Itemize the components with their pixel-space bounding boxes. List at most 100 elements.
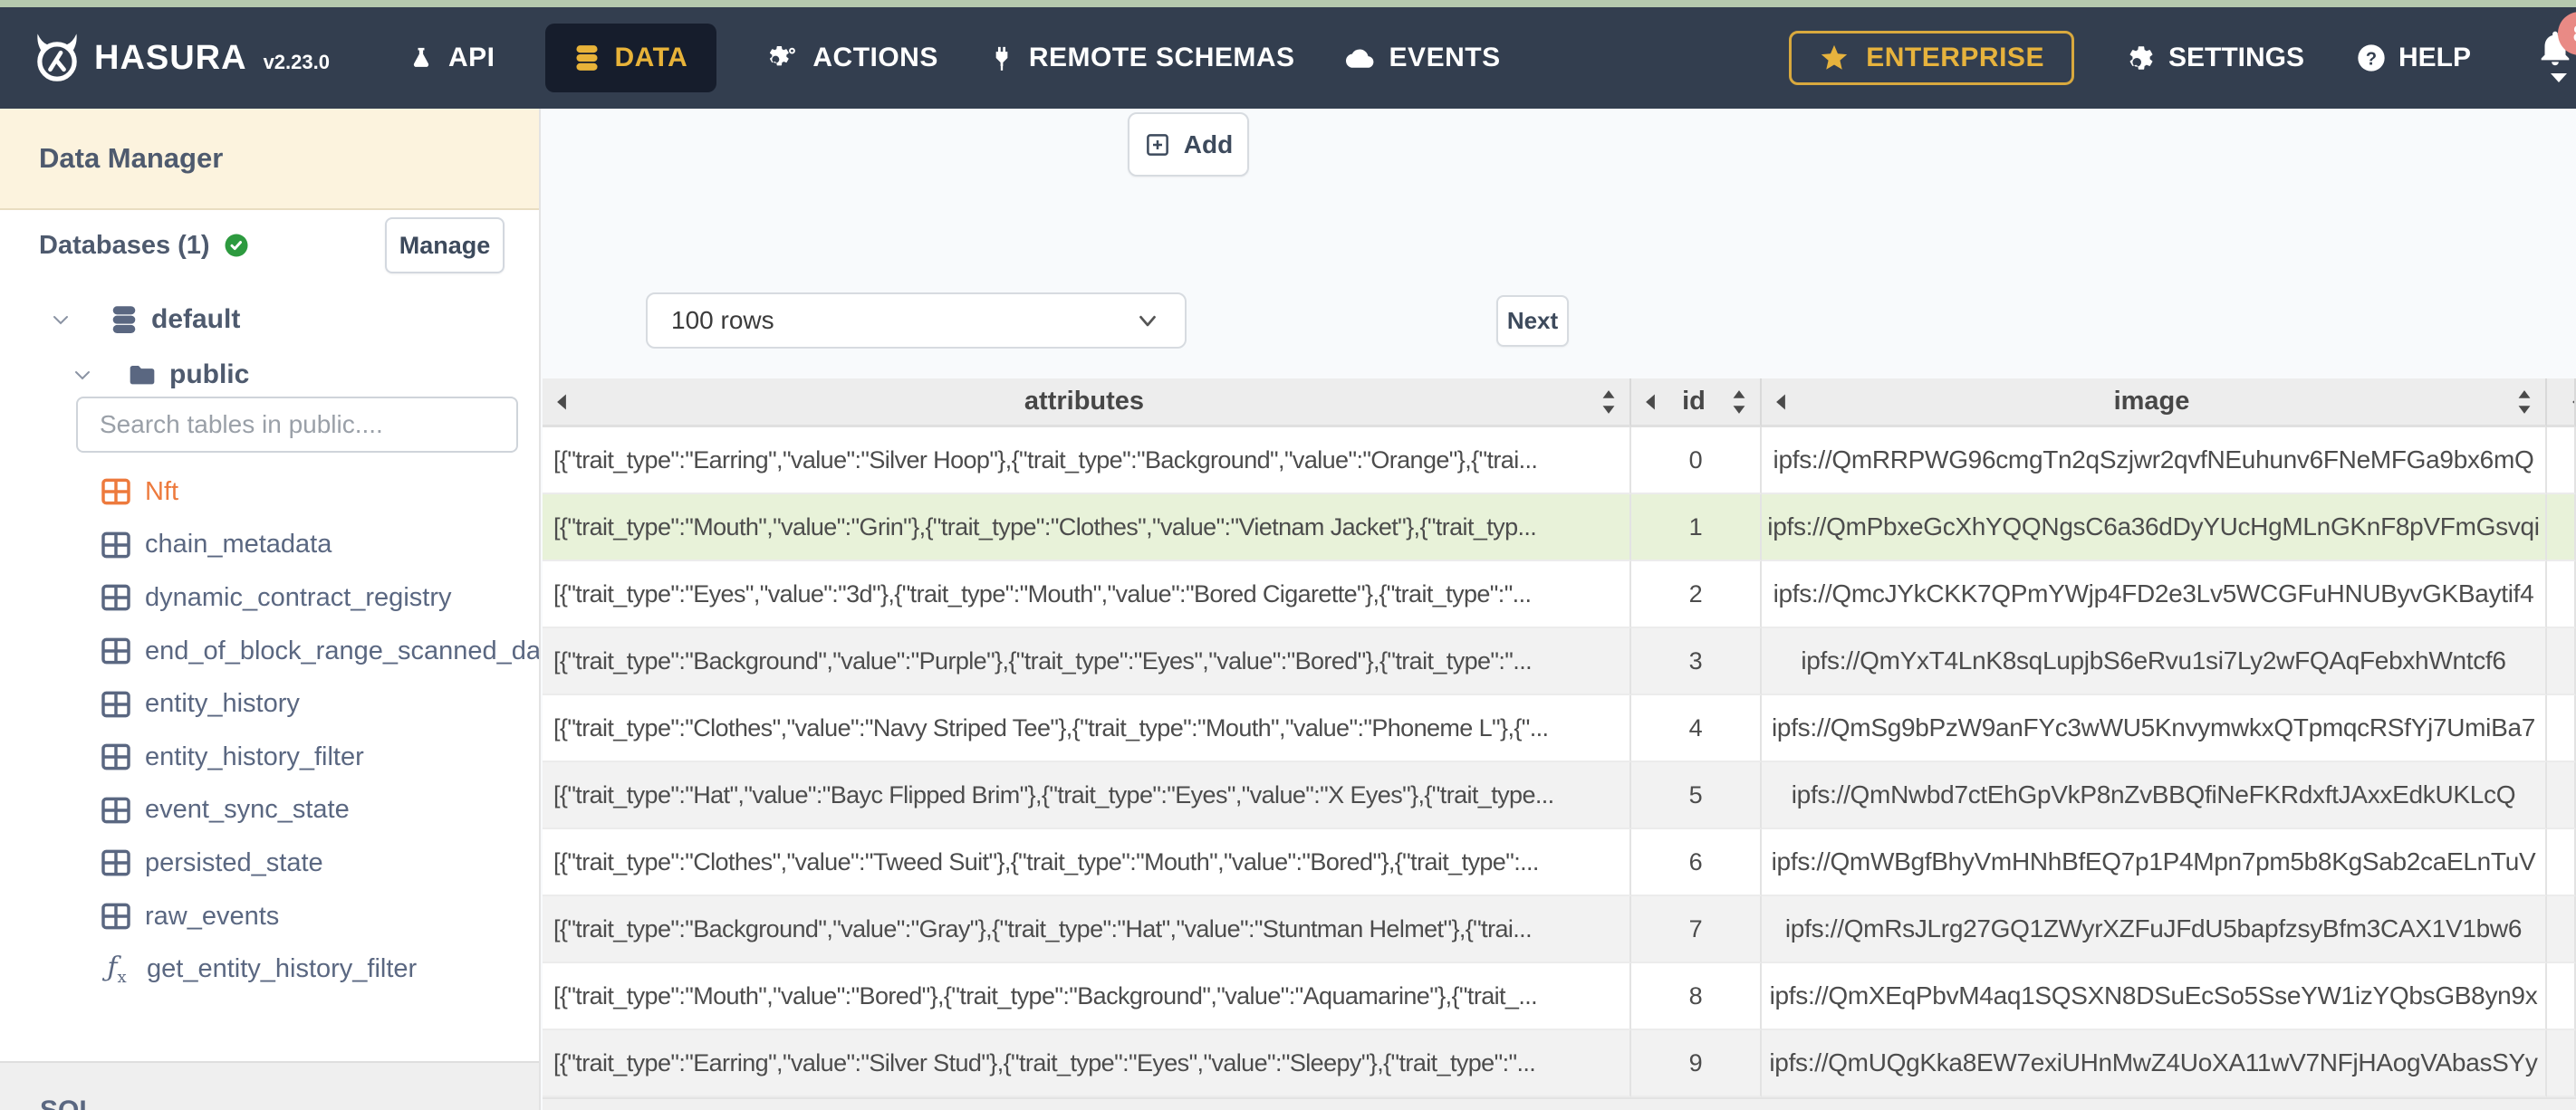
cell-id[interactable]: 6 [1631,829,1762,896]
table-row: [{"trait_type":"Hat","value":"Bayc Flipp… [543,762,2576,829]
caret-left-icon[interactable] [553,392,570,412]
settings-label: SETTINGS [2167,43,2304,72]
table-icon [101,691,130,718]
nav-item-events[interactable]: EVENTS [1345,43,1501,73]
cell-image[interactable]: ipfs://QmUQgKka8EW7exiUHnMwZ4UoXA11wV7NF… [1762,1030,2547,1097]
rows-per-page-select[interactable]: 100 rows [646,292,1187,349]
nav-item-remote-schemas[interactable]: REMOTE SCHEMAS [989,43,1295,73]
cell-extra [2547,896,2576,963]
cell-image[interactable]: ipfs://QmcJYkCKK7QPmYWjp4FD2e3Lv5WCGFuHN… [1762,561,2547,628]
cell-id[interactable]: 2 [1631,561,1762,628]
search-tables-input[interactable] [76,397,518,453]
cloud-icon [1345,46,1375,70]
cell-image[interactable]: ipfs://QmNwbd7ctEhGpVkP8nZvBBQfiNeFKRdxf… [1762,762,2547,829]
cell-id[interactable]: 8 [1631,963,1762,1030]
cell-image[interactable]: ipfs://QmRsJLrg27GQ1ZWyrXZFuJFdU5bapfzsy… [1762,896,2547,963]
next-page-button[interactable]: Next [1496,295,1569,347]
column-header-image[interactable]: image [1762,378,2547,427]
add-label: Add [1183,129,1234,158]
nav-item-label: ACTIONS [812,43,938,72]
sidebar: Data Manager Databases (1) Manage defaul… [0,109,541,1110]
cell-image[interactable]: ipfs://QmYxT4LnK8sqLupjbS6eRvu1si7Ly2wFQ… [1762,628,2547,695]
gears-icon [767,43,798,72]
cell-attributes[interactable]: [{"trait_type":"Mouth","value":"Grin"},{… [543,494,1631,561]
cell-image[interactable]: ipfs://QmPbxeGcXhYQQNgsC6a36dDyYUcHgMLnG… [1762,494,2547,561]
caret-left-icon[interactable] [1773,392,1789,412]
cell-id[interactable]: 3 [1631,628,1762,695]
caret-left-icon[interactable] [2569,392,2574,412]
table-item-event-sync-state[interactable]: event_sync_state [0,784,539,837]
hasura-logo-icon [31,32,83,84]
table-item-entity-history-filter[interactable]: entity_history_filter [0,731,539,784]
column-header-id[interactable]: id [1631,378,1762,427]
chevron-down-icon[interactable] [50,309,72,330]
table-item-label: entity_history [145,689,300,719]
chevron-down-icon[interactable] [72,364,93,386]
main-content: Add 100 rows Next attributes id image [{… [541,109,2576,1110]
table-item-persisted-state[interactable]: persisted_state [0,837,539,890]
table-item-chain-metadata[interactable]: chain_metadata [0,519,539,572]
sort-icon[interactable] [1729,388,1749,416]
function-item-get-entity-history-filter[interactable]: ƒx get_entity_history_filter [0,943,539,996]
cell-id[interactable]: 7 [1631,896,1762,963]
cell-image[interactable]: ipfs://QmXEqPbvM4aq1SQSXN8DSuEcSo5SseYW1… [1762,963,2547,1030]
table-row: [{"trait_type":"Clothes","value":"Tweed … [543,829,2576,896]
folder-icon [128,362,157,388]
version-label: v2.23.0 [263,51,330,73]
table-item-nft[interactable]: Nft [0,465,539,519]
cell-id[interactable]: 1 [1631,494,1762,561]
cell-id[interactable]: 9 [1631,1030,1762,1097]
table-row: [{"trait_type":"Earring","value":"Silver… [543,427,2576,494]
settings-button[interactable]: SETTINGS [2127,43,2304,73]
nav-item-api[interactable]: API [409,43,495,73]
cell-attributes[interactable]: [{"trait_type":"Background","value":"Pur… [543,628,1631,695]
tree-node-public[interactable]: public [72,359,249,390]
hasura-logo-group[interactable]: HASURA v2.23.0 [0,32,330,84]
table-item-dynamic-contract-registry[interactable]: dynamic_contract_registry [0,571,539,625]
cell-attributes[interactable]: [{"trait_type":"Earring","value":"Silver… [543,427,1631,494]
flask-icon [409,45,434,71]
cell-id[interactable]: 5 [1631,762,1762,829]
tree-node-default[interactable]: default [50,304,240,335]
gear-icon [2127,43,2156,72]
table-item-label: entity_history_filter [145,742,364,771]
database-name: default [151,304,241,334]
cell-image[interactable]: ipfs://QmRRPWG96cmgTn2qSzjwr2qvfNEuhunv6… [1762,427,2547,494]
sql-section-link[interactable]: SQL [0,1061,539,1110]
cell-attributes[interactable]: [{"trait_type":"Hat","value":"Bayc Flipp… [543,762,1631,829]
cell-attributes[interactable]: [{"trait_type":"Background","value":"Gra… [543,896,1631,963]
notifications-button[interactable]: 8 [2534,12,2576,90]
add-row-button[interactable]: Add [1128,112,1249,177]
table-item-end-of-block-range-scanned-data[interactable]: end_of_block_range_scanned_data [0,625,539,678]
table-item-label: get_entity_history_filter [147,954,418,984]
brand-name: HASURA [94,38,247,77]
cell-id[interactable]: 4 [1631,695,1762,762]
table-item-raw-events[interactable]: raw_events [0,890,539,943]
nav-item-data[interactable]: DATA [545,24,717,92]
nav-right-group: ENTERPRISE SETTINGS ? HELP 8 [1789,12,2576,90]
cell-attributes[interactable]: [{"trait_type":"Eyes","value":"3d"},{"tr… [543,561,1631,628]
cell-attributes[interactable]: [{"trait_type":"Earring","value":"Silver… [543,1030,1631,1097]
cell-extra [2547,1030,2576,1097]
cell-id[interactable]: 0 [1631,427,1762,494]
nav-items: API DATA ACTIONS REMOTE SCHEMAS EVENTS [409,24,1501,92]
manage-button[interactable]: Manage [385,217,505,273]
table-item-entity-history[interactable]: entity_history [0,677,539,731]
cell-attributes[interactable]: [{"trait_type":"Clothes","value":"Navy S… [543,695,1631,762]
column-label: id [1682,387,1706,416]
cell-image[interactable]: ipfs://QmSg9bPzW9anFYc3wWU5KnvymwkxQTpmq… [1762,695,2547,762]
help-label: HELP [2398,43,2471,72]
enterprise-button[interactable]: ENTERPRISE [1789,31,2074,85]
help-button[interactable]: ? HELP [2357,43,2471,73]
sort-icon[interactable] [2514,388,2534,416]
caret-left-icon[interactable] [1642,392,1658,412]
column-header-attributes[interactable]: attributes [543,378,1631,427]
cell-image[interactable]: ipfs://QmWBgfBhyVmHNhBfEQ7p1P4Mpn7pm5b8K… [1762,829,2547,896]
cell-attributes[interactable]: [{"trait_type":"Clothes","value":"Tweed … [543,829,1631,896]
cell-attributes[interactable]: [{"trait_type":"Mouth","value":"Bored"},… [543,963,1631,1030]
column-header-truncated[interactable] [2547,378,2576,427]
sort-icon[interactable] [1599,388,1619,416]
nav-item-actions[interactable]: ACTIONS [767,43,938,73]
check-circle-icon [223,232,250,259]
data-manager-title: Data Manager [0,109,539,210]
